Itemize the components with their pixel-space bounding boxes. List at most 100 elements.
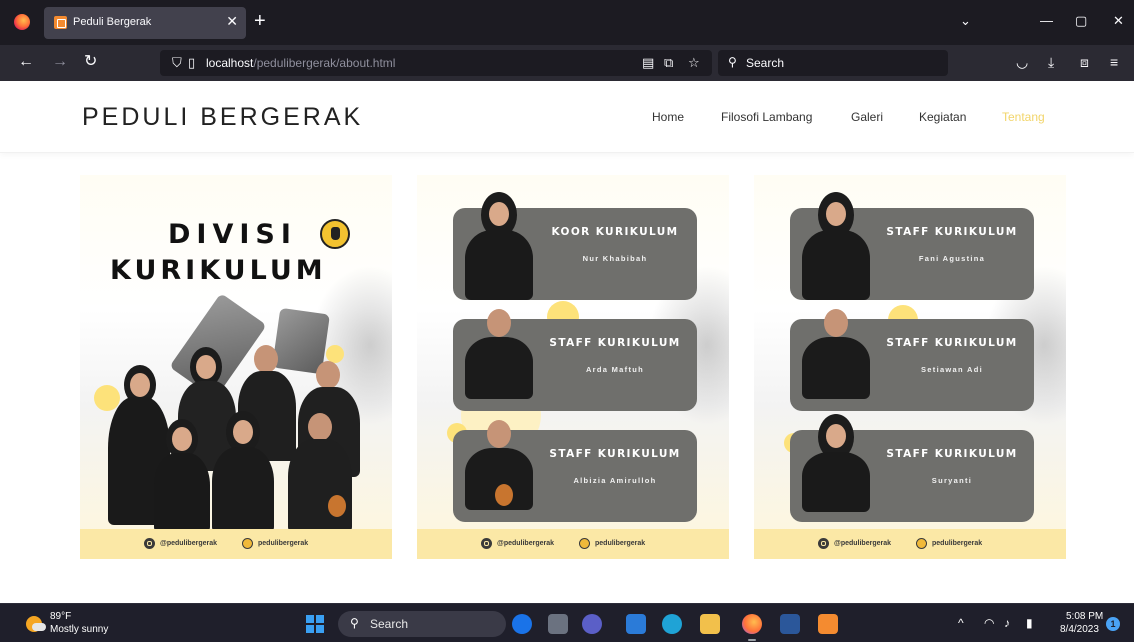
downloads-icon[interactable]: ⤓ bbox=[1048, 54, 1054, 71]
translate-icon[interactable]: ⧉ bbox=[664, 55, 673, 71]
extensions-icon[interactable]: ⧈ bbox=[1080, 54, 1089, 71]
reader-view-icon[interactable]: ▤ bbox=[642, 55, 654, 71]
battery-icon[interactable]: ▮ bbox=[1026, 616, 1033, 630]
search-icon: ⚲ bbox=[728, 55, 737, 69]
windows-taskbar: 89°F Mostly sunny ⚲ Search ^ ◠ ♪ ▮ 5:08 … bbox=[0, 603, 1134, 642]
member-photo bbox=[284, 413, 356, 533]
other-social-handle[interactable]: pedulibergerak bbox=[579, 538, 645, 549]
nav-tentang[interactable]: Tentang bbox=[1002, 110, 1045, 124]
page-info-icon[interactable]: ▯ bbox=[188, 55, 195, 71]
minimize-button[interactable]: — bbox=[1040, 13, 1053, 28]
other-social-handle[interactable]: pedulibergerak bbox=[242, 538, 308, 549]
member-photo bbox=[459, 303, 539, 411]
member-role: STAFF KURIKULUM bbox=[886, 337, 1018, 349]
volume-icon[interactable]: ♪ bbox=[1004, 616, 1010, 630]
clock-time[interactable]: 5:08 PM bbox=[1066, 611, 1103, 622]
member-photo bbox=[459, 192, 539, 300]
weather-temperature[interactable]: 89°F bbox=[50, 611, 71, 622]
member-role: KOOR KURIKULUM bbox=[551, 226, 679, 238]
tab-close-icon[interactable]: ✕ bbox=[226, 13, 238, 30]
search-icon: ⚲ bbox=[350, 616, 359, 630]
nav-home[interactable]: Home bbox=[652, 110, 684, 124]
windows-start-icon[interactable] bbox=[306, 615, 324, 633]
site-favicon-icon bbox=[54, 16, 67, 29]
reload-button[interactable]: ↻ bbox=[84, 53, 97, 71]
member-name: Suryanti bbox=[931, 476, 973, 485]
task-view-icon[interactable] bbox=[548, 614, 568, 634]
nav-kegiatan[interactable]: Kegiatan bbox=[919, 110, 966, 124]
nav-galeri[interactable]: Galeri bbox=[851, 110, 883, 124]
tray-overflow-icon[interactable]: ^ bbox=[958, 616, 964, 630]
member-role: STAFF KURIKULUM bbox=[886, 448, 1018, 460]
member-role: STAFF KURIKULUM bbox=[886, 226, 1018, 238]
url-text[interactable]: localhost/pedulibergerak/about.html bbox=[206, 56, 395, 70]
teams-chat-icon[interactable] bbox=[582, 614, 602, 634]
site-header: PEDULI BERGERAK Home Filosofi Lambang Ga… bbox=[0, 81, 1134, 153]
site-brand[interactable]: PEDULI BERGERAK bbox=[82, 103, 363, 132]
shield-icon[interactable]: ⛉ bbox=[172, 55, 182, 71]
search-bar[interactable]: ⚲ Search bbox=[718, 50, 948, 76]
forward-button[interactable]: → bbox=[52, 53, 68, 71]
instagram-handle[interactable]: @pedulibergerak bbox=[144, 538, 217, 549]
member-photo bbox=[459, 414, 539, 522]
member-role: STAFF KURIKULUM bbox=[549, 448, 681, 460]
wifi-icon[interactable]: ◠ bbox=[984, 616, 994, 630]
member-role: STAFF KURIKULUM bbox=[549, 337, 681, 349]
weather-condition[interactable]: Mostly sunny bbox=[50, 624, 108, 635]
menu-icon[interactable]: ≡ bbox=[1110, 54, 1118, 70]
team-group-photo bbox=[104, 335, 374, 533]
member-name: Nur Khabibah bbox=[582, 254, 648, 263]
member-panel: STAFF KURIKULUM Albizia Amirulloh bbox=[453, 420, 697, 522]
firefox-logo-icon[interactable] bbox=[14, 14, 30, 30]
card-footer-social: @pedulibergerak pedulibergerak bbox=[80, 529, 392, 559]
fist-logo-icon bbox=[242, 538, 253, 549]
members-card-2: STAFF KURIKULUM Fani Agustina STAFF KURI… bbox=[754, 175, 1066, 559]
maximize-button[interactable]: ▢ bbox=[1075, 13, 1087, 29]
browser-tab[interactable]: Peduli Bergerak ✕ bbox=[44, 7, 246, 39]
running-indicator bbox=[748, 639, 756, 641]
weather-sunny-icon[interactable] bbox=[26, 616, 46, 632]
nav-filosofi-lambang[interactable]: Filosofi Lambang bbox=[721, 110, 812, 124]
taskbar-search-label: Search bbox=[370, 617, 409, 631]
instagram-handle[interactable]: @pedulibergerak bbox=[818, 538, 891, 549]
peduli-bergerak-logo-icon bbox=[320, 219, 350, 249]
card-footer-social: @pedulibergerak pedulibergerak bbox=[417, 529, 729, 559]
taskbar-search[interactable]: ⚲ Search bbox=[338, 611, 506, 637]
instagram-icon bbox=[481, 538, 492, 549]
search-placeholder: Search bbox=[746, 56, 785, 70]
xampp-icon[interactable] bbox=[818, 614, 838, 634]
word-icon[interactable] bbox=[780, 614, 800, 634]
member-name: Fani Agustina bbox=[918, 254, 986, 263]
member-name: Albizia Amirulloh bbox=[573, 476, 657, 485]
member-photo bbox=[152, 419, 212, 533]
mail-icon[interactable] bbox=[626, 614, 646, 634]
edge-browser-icon[interactable] bbox=[662, 614, 682, 634]
bookmark-star-icon[interactable]: ☆ bbox=[688, 55, 700, 71]
notification-badge[interactable]: 1 bbox=[1106, 617, 1120, 631]
url-bar[interactable]: ⛉ ▯ localhost/pedulibergerak/about.html … bbox=[160, 50, 712, 76]
other-social-handle[interactable]: pedulibergerak bbox=[916, 538, 982, 549]
instagram-icon bbox=[144, 538, 155, 549]
member-photo bbox=[208, 411, 278, 533]
member-name: Arda Maftuh bbox=[585, 365, 645, 374]
list-all-tabs-icon[interactable]: ⌄ bbox=[960, 13, 971, 29]
bing-icon[interactable] bbox=[512, 614, 532, 634]
back-button[interactable]: ← bbox=[18, 53, 34, 71]
instagram-icon bbox=[818, 538, 829, 549]
member-panel: KOOR KURIKULUM Nur Khabibah bbox=[453, 192, 697, 300]
fist-logo-icon bbox=[916, 538, 927, 549]
member-panel: STAFF KURIKULUM Fani Agustina bbox=[790, 192, 1034, 300]
new-tab-button[interactable]: + bbox=[254, 11, 266, 31]
file-explorer-icon[interactable] bbox=[700, 614, 720, 634]
member-photo bbox=[796, 192, 876, 300]
fist-logo-icon bbox=[579, 538, 590, 549]
close-window-button[interactable]: ✕ bbox=[1113, 13, 1124, 29]
pocket-icon[interactable]: ◡ bbox=[1016, 54, 1028, 71]
firefox-icon[interactable] bbox=[742, 614, 762, 634]
division-title-line1: DIVISI bbox=[168, 219, 297, 250]
clock-date[interactable]: 8/4/2023 bbox=[1060, 624, 1099, 635]
instagram-handle[interactable]: @pedulibergerak bbox=[481, 538, 554, 549]
division-poster-card: DIVISI KURIKULUM @pedulibergerak pedulib… bbox=[80, 175, 392, 559]
member-name: Setiawan Adi bbox=[921, 365, 983, 374]
division-title-line2: KURIKULUM bbox=[110, 255, 327, 286]
